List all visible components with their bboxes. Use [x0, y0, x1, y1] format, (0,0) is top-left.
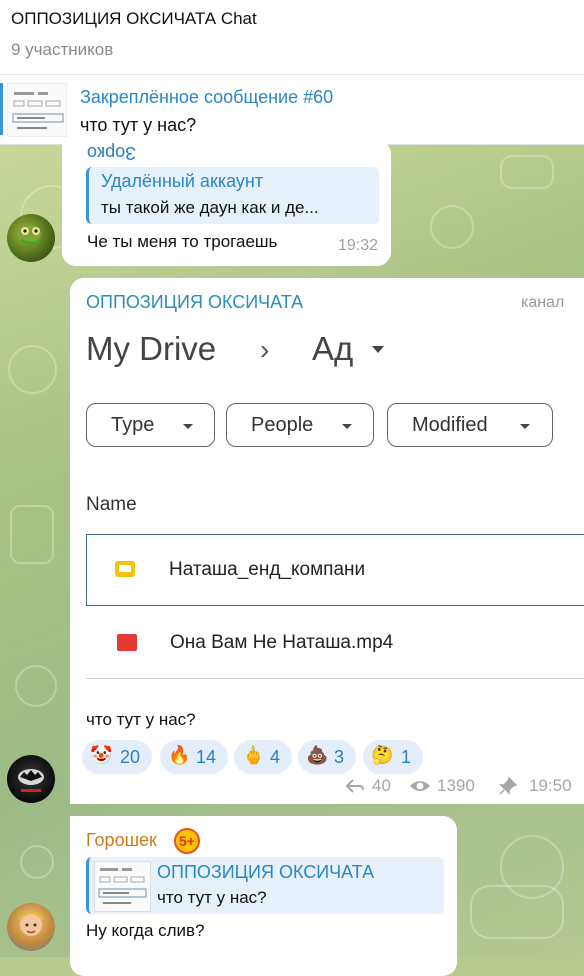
reply-count: 40 [372, 776, 391, 795]
file-name: Она Вам Не Наташа.mp4 [170, 632, 394, 653]
pinned-text: что тут у нас? [80, 115, 197, 135]
reaction-poop[interactable]: 💩 3 [298, 740, 356, 774]
pinned-message-bar[interactable]: Закреплённое сообщение #60 что тут у нас… [0, 75, 584, 145]
attached-screenshot[interactable]: My Drive › Ад Type People Modified Name … [84, 322, 584, 710]
drive-title: My Drive [86, 330, 217, 367]
pinned-thumbnail [7, 83, 67, 137]
caret-down-icon [342, 424, 352, 429]
pinned-title: Закреплённое сообщение #60 [80, 87, 334, 107]
avatar[interactable] [7, 214, 55, 262]
view-count: 1390 [437, 776, 475, 795]
participant-count: 9 участников [11, 40, 114, 59]
reply-icon[interactable] [346, 778, 364, 794]
channel-tag: канал [521, 294, 565, 311]
message-text: Че ты меня то трогаешь [87, 232, 278, 251]
quote-thumbnail [94, 861, 151, 912]
chat-title: ОППОЗИЦИЯ ОКСИЧАТА Chat [11, 9, 257, 28]
sender-name[interactable]: ОППОЗИЦИЯ ОКСИЧАТА [86, 292, 303, 313]
reply-quote[interactable]: ОППОЗИЦИЯ ОКСИЧАТА что тут у нас? [86, 857, 444, 914]
filter-chip-modified: Modified [387, 403, 553, 447]
column-header-name: Name [86, 494, 137, 515]
reaction-fire[interactable]: 🔥 14 [160, 740, 228, 774]
video-file-icon [117, 634, 137, 651]
quote-author: ОППОЗИЦИЯ ОКСИЧАТА [157, 862, 375, 882]
level-badge: 5+ [174, 828, 200, 854]
message-text: Ну когда слив? [86, 921, 205, 940]
caret-down-icon [183, 424, 193, 429]
message-text: что тут у нас? [86, 710, 196, 729]
message-bubble[interactable]: Зорко Удалённый аккаунт ты такой же даун… [62, 140, 391, 266]
message-time: 19:32 [337, 237, 378, 254]
message-bubble[interactable]: Горошек 5+ ОППОЗИЦИЯ ОКСИЧАТА что тут у … [70, 816, 457, 976]
quote-author: Удалённый аккаунт [101, 171, 264, 191]
slides-file-icon [115, 561, 135, 577]
reaction-clown[interactable]: 🤡 20 [82, 740, 152, 774]
channel-avatar[interactable] [7, 755, 55, 803]
chevron-right-icon: › [260, 334, 270, 365]
filter-chip-people: People [226, 403, 374, 447]
caret-down-icon [372, 346, 384, 353]
reply-quote[interactable]: Удалённый аккаунт ты такой же даун как и… [86, 167, 379, 224]
file-row: Наташа_енд_компани [86, 534, 584, 606]
eye-icon [410, 781, 430, 791]
quote-text: что тут у нас? [157, 888, 267, 907]
filter-chip-type: Type [86, 403, 215, 447]
caret-down-icon [520, 424, 530, 429]
pin-icon [499, 777, 517, 795]
chat-header[interactable]: ОППОЗИЦИЯ ОКСИЧАТА Chat 9 участников [0, 0, 584, 75]
file-row: Она Вам Не Наташа.mp4 [86, 606, 584, 679]
file-name: Наташа_енд_компани [169, 559, 366, 580]
message-time: 19:50 [529, 776, 572, 795]
quote-text: ты такой же даун как и де... [101, 198, 319, 217]
avatar[interactable] [7, 903, 55, 951]
sender-name[interactable]: Зорко [87, 142, 136, 163]
reaction-finger[interactable]: 🖕 4 [234, 740, 292, 774]
drive-folder: Ад [312, 330, 354, 367]
message-bubble[interactable]: ОППОЗИЦИЯ ОКСИЧАТА канал My Drive › Ад T… [70, 278, 584, 804]
sender-name[interactable]: Горошек [86, 830, 157, 851]
pinned-indicator [0, 83, 3, 135]
reaction-thinking[interactable]: 🤔 1 [363, 740, 423, 774]
